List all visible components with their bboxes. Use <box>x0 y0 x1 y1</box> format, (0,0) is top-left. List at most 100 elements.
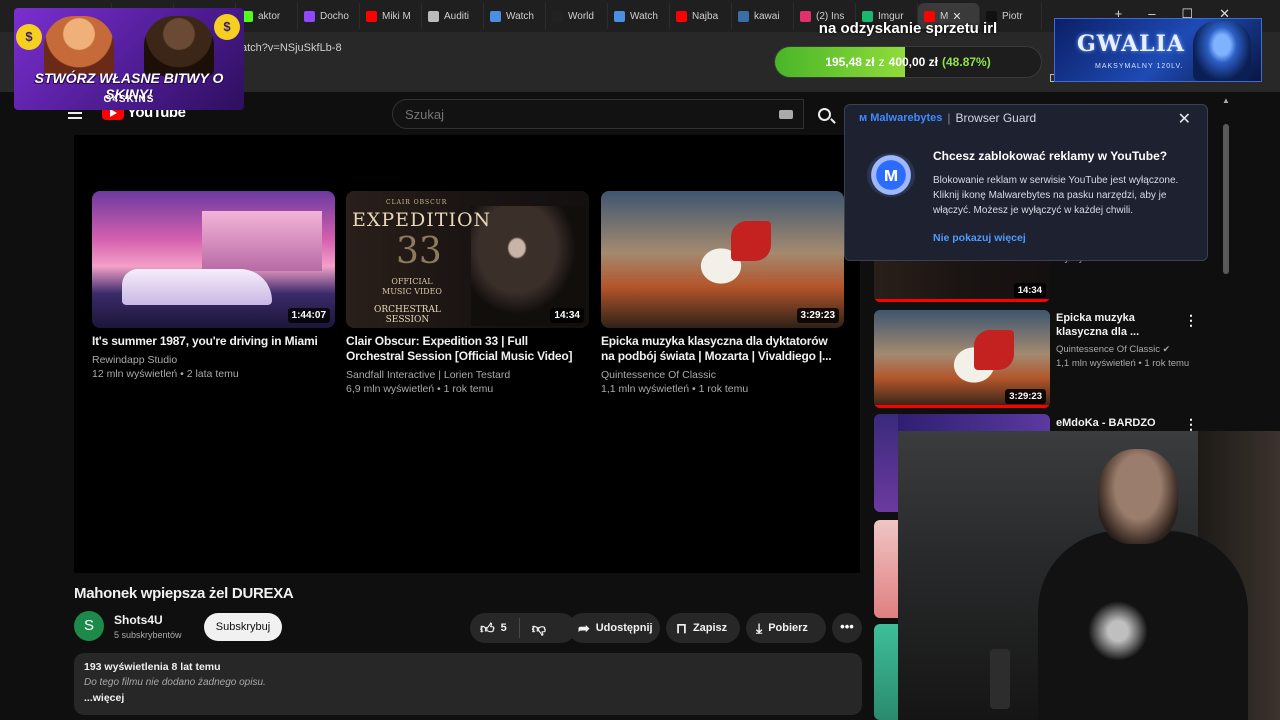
server-banner: GWALIA MAKSYMALNY 120LV. <box>1054 18 1262 82</box>
browser-tab[interactable]: Watch <box>484 3 546 29</box>
promo-logo: G4SKINS <box>103 94 155 105</box>
close-icon[interactable]: ✕ <box>1178 109 1191 129</box>
like-dislike-group: 👍︎ 5 👎︎ <box>470 613 576 643</box>
recommendation-thumbnail[interactable]: 3:29:23 <box>874 310 1050 408</box>
video-title[interactable]: It's summer 1987, you're driving in Miam… <box>92 334 335 349</box>
video-thumbnail[interactable]: 1:44:07 <box>92 191 335 328</box>
screen: VODscorStartaktorDochoMiki MAuditiWatchW… <box>0 0 1280 720</box>
keyboard-icon[interactable] <box>779 110 793 119</box>
video-title[interactable]: Epicka muzyka klasyczna dla ... <box>1056 311 1176 339</box>
endscreen-card[interactable]: 3:29:23 Epicka muzyka klasyczna dla dykt… <box>601 191 844 396</box>
webcam-person-head <box>1098 449 1178 544</box>
download-icon: ⤓ <box>756 619 763 636</box>
more-actions-button[interactable]: ••• <box>832 613 862 643</box>
popup-body: Blokowanie reklam w serwisie YouTube jes… <box>933 175 1179 216</box>
browser-tab[interactable]: Docho <box>298 3 360 29</box>
watched-progress-bar <box>874 405 1050 408</box>
dont-show-again-link[interactable]: Nie pokazuj więcej <box>933 232 1026 244</box>
promo-fighter-image <box>44 16 114 76</box>
more-options-icon[interactable]: ⋮ <box>1184 312 1198 329</box>
dislike-icon[interactable]: 👎︎ <box>532 620 546 637</box>
popup-header: ᴍ Malwarebytes | Browser Guard <box>845 105 1207 131</box>
scrollbar-thumb[interactable] <box>1223 124 1229 274</box>
video-title[interactable]: Epicka muzyka klasyczna dla dyktatorów n… <box>601 334 844 364</box>
search-input[interactable] <box>393 100 763 128</box>
share-label: Udostępnij <box>595 622 653 634</box>
video-title[interactable]: Clair Obscur: Expedition 33 | Full Orche… <box>346 334 589 364</box>
tab-favicon-icon <box>304 10 315 22</box>
url-field[interactable]: /watch?v=NSjuSkfLb-8 <box>230 42 342 54</box>
share-button[interactable]: ➦ Udostępnij <box>568 613 660 643</box>
verified-icon: ✔ <box>1162 344 1171 354</box>
thumbnail-number: 33 <box>396 231 442 272</box>
download-button[interactable]: ⤓ Pobierz <box>746 613 826 643</box>
tab-favicon-icon <box>428 10 439 22</box>
scroll-up-icon[interactable]: ▲ <box>1222 96 1230 105</box>
tab-label: Najba <box>692 10 719 22</box>
description-box[interactable]: 193 wyświetlenia 8 lat temu Do tego film… <box>74 653 862 715</box>
video-meta: 12 mln wyświetleń • 2 lata temu <box>92 368 239 380</box>
duration-badge: 14:34 <box>1013 283 1046 298</box>
malwarebytes-brand: ᴍ Malwarebytes <box>859 112 943 124</box>
browser-tab[interactable]: Auditi <box>422 3 484 29</box>
description-text: Do tego filmu nie dodano żadnego opisu. <box>84 677 266 688</box>
browser-tab[interactable]: aktor <box>236 3 298 29</box>
goal-current: 195,48 zł <box>825 55 875 69</box>
video-player[interactable]: 1:44:07 It's summer 1987, you're driving… <box>74 135 860 573</box>
goal-percent: (48.87%) <box>942 55 991 69</box>
tab-favicon-icon <box>490 10 501 22</box>
webcam-shirt-print <box>1083 596 1153 666</box>
brand-label: Malwarebytes <box>870 112 943 124</box>
video-meta: 1,1 mln wyświetleń • 1 rok temu <box>601 383 749 395</box>
video-thumbnail[interactable]: CLAIR OBSCUR EXPEDITION 33 OFFICIAL MUSI… <box>346 191 589 328</box>
share-icon: ➦ <box>578 619 590 636</box>
duration-badge: 3:29:23 <box>1005 389 1046 404</box>
subscriber-count: 5 subskrybentów <box>114 630 182 640</box>
channel-name[interactable]: Quintessence Of Classic <box>601 368 844 382</box>
avatar[interactable]: S <box>74 611 104 641</box>
browser-tab[interactable]: World <box>546 3 608 29</box>
channel-name[interactable]: Shots4U <box>114 613 163 627</box>
recommendation-thumbnail[interactable] <box>874 520 898 618</box>
banner-subtitle: MAKSYMALNY 120LV. <box>1095 63 1184 70</box>
tab-label: Watch <box>630 10 658 22</box>
tab-label: Watch <box>506 10 534 22</box>
thumbnail-cape <box>974 330 1014 370</box>
like-count[interactable]: 5 <box>501 622 507 634</box>
channel-name[interactable]: Sandfall Interactive | Lorien Testard <box>346 368 589 382</box>
search-icon <box>817 107 831 121</box>
tab-label: Docho <box>320 10 349 22</box>
divider: | <box>947 111 951 125</box>
channel-label: Quintessence Of Classic <box>1056 344 1161 355</box>
channel-name[interactable]: Quintessence Of Classic ✔ <box>1056 342 1170 357</box>
promo-banner: $ $ STWÓRZ WŁASNE BITWY O SKINY! G4SKINS <box>14 8 244 110</box>
thumbnail-car <box>122 269 272 305</box>
endscreen-card[interactable]: 1:44:07 It's summer 1987, you're driving… <box>92 191 335 381</box>
endscreen-card[interactable]: CLAIR OBSCUR EXPEDITION 33 OFFICIAL MUSI… <box>346 191 589 396</box>
webcam-bottle <box>990 649 1010 709</box>
tab-favicon-icon <box>676 10 687 22</box>
subscribe-button[interactable]: Subskrybuj <box>204 613 282 641</box>
video-title[interactable]: eMdoKa - BARDZO <box>1056 416 1176 430</box>
malwarebytes-popup: ᴍ Malwarebytes | Browser Guard ✕ ᴍ Chces… <box>844 104 1208 261</box>
save-button[interactable]: ⊓ Zapisz <box>666 613 740 643</box>
thumbnail-subtitle: OFFICIAL MUSIC VIDEO <box>382 277 442 297</box>
browser-tab[interactable]: Najba <box>670 3 732 29</box>
tab-label: World <box>568 10 594 22</box>
recommendation-thumbnail[interactable] <box>874 414 898 512</box>
goal-progress-text: 195,48 zł z 400,00 zł (48.87%) <box>775 47 1041 77</box>
like-icon[interactable]: 👍︎ <box>480 620 495 637</box>
browser-tab[interactable]: Watch <box>608 3 670 29</box>
thumbnail-line: MUSIC VIDEO <box>382 287 442 296</box>
thumbnail-line: OFFICIAL <box>391 277 433 286</box>
browser-tab[interactable]: Miki M <box>360 3 422 29</box>
recommendation-thumbnail[interactable] <box>874 624 898 720</box>
search-button[interactable] <box>806 99 842 129</box>
view-stats: 193 wyświetlenia 8 lat temu <box>84 661 221 673</box>
show-more-link[interactable]: ...więcej <box>84 692 852 704</box>
thumbnail-line: ORCHESTRAL <box>374 305 441 315</box>
channel-name[interactable]: Rewindapp Studio <box>92 353 335 367</box>
thumbnail-building <box>202 211 322 271</box>
donation-goal-widget: na odzyskanie sprzetu irl 195,48 zł z 40… <box>774 20 1042 82</box>
video-thumbnail[interactable]: 3:29:23 <box>601 191 844 328</box>
